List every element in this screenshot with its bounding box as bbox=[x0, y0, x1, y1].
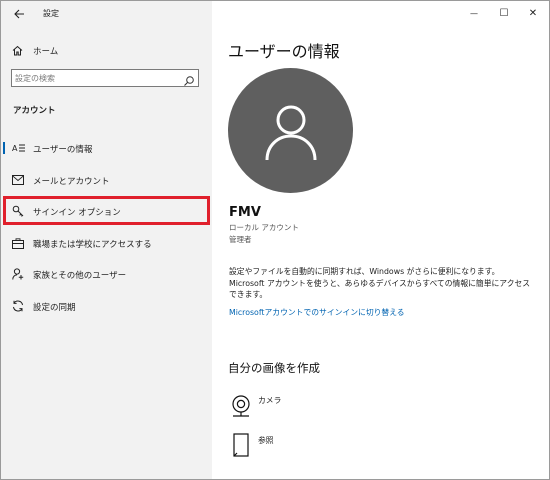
option-label: カメラ bbox=[258, 396, 282, 405]
sidebar-item-label: ユーザーの情報 bbox=[33, 145, 93, 155]
nav-home[interactable]: ホーム bbox=[1, 40, 212, 60]
sidebar-item-label: メールとアカウント bbox=[33, 177, 110, 187]
sidebar: 設定 ホーム アカウント A ユーザーの情報 bbox=[1, 1, 212, 479]
nav-home-label: ホーム bbox=[33, 47, 59, 57]
sidebar-item-work-school[interactable]: 職場または学校にアクセスする bbox=[1, 230, 212, 256]
option-label: 参照 bbox=[258, 436, 274, 445]
avatar bbox=[228, 68, 353, 193]
create-picture-heading: 自分の画像を作成 bbox=[228, 361, 320, 375]
sidebar-item-label: 家族とその他のユーザー bbox=[33, 271, 127, 281]
page-title: ユーザーの情報 bbox=[228, 42, 340, 61]
highlight-annotation bbox=[3, 196, 210, 225]
main-content: ユーザーの情報 FMV ローカル アカウント 管理者 設定やファイルを自動的に同… bbox=[212, 1, 549, 479]
mail-icon bbox=[11, 173, 25, 187]
person-icon bbox=[265, 105, 316, 160]
camera-icon bbox=[228, 391, 254, 421]
user-name: FMV bbox=[229, 205, 261, 220]
svg-text:A: A bbox=[12, 144, 18, 153]
user-info-icon: A bbox=[11, 141, 25, 155]
sidebar-item-sync[interactable]: 設定の同期 bbox=[1, 293, 212, 319]
option-browse[interactable]: 参照 bbox=[228, 431, 428, 461]
sidebar-item-label: 設定の同期 bbox=[33, 303, 76, 313]
sidebar-item-family[interactable]: 家族とその他のユーザー bbox=[1, 261, 212, 287]
sidebar-item-mail[interactable]: メールとアカウント bbox=[1, 167, 212, 193]
briefcase-icon bbox=[11, 236, 25, 250]
home-icon bbox=[10, 43, 24, 57]
sync-info-text: 設定やファイルを自動的に同期すれば、Windows がさらに便利になります。Mi… bbox=[229, 267, 531, 299]
back-arrow-icon bbox=[13, 9, 24, 19]
browse-icon bbox=[228, 431, 254, 461]
search-icon[interactable] bbox=[183, 72, 195, 86]
section-title-account: アカウント bbox=[13, 106, 56, 116]
person-add-icon bbox=[11, 267, 25, 281]
search-box[interactable] bbox=[11, 69, 199, 87]
sidebar-item-user-info[interactable]: A ユーザーの情報 bbox=[1, 135, 212, 161]
switch-to-microsoft-account-link[interactable]: Microsoftアカウントでのサインインに切り替える bbox=[229, 307, 405, 318]
active-indicator bbox=[3, 142, 5, 154]
back-button[interactable] bbox=[9, 5, 29, 23]
titlebar-left: 設定 bbox=[1, 1, 212, 27]
sync-icon bbox=[11, 299, 25, 313]
account-role: 管理者 bbox=[229, 235, 252, 244]
option-camera[interactable]: カメラ bbox=[228, 391, 428, 421]
sidebar-item-label: 職場または学校にアクセスする bbox=[33, 240, 152, 250]
search-input[interactable] bbox=[15, 71, 180, 85]
settings-window: 設定 ホーム アカウント A ユーザーの情報 bbox=[0, 0, 550, 480]
app-title: 設定 bbox=[43, 9, 59, 18]
account-type: ローカル アカウント bbox=[229, 223, 299, 232]
